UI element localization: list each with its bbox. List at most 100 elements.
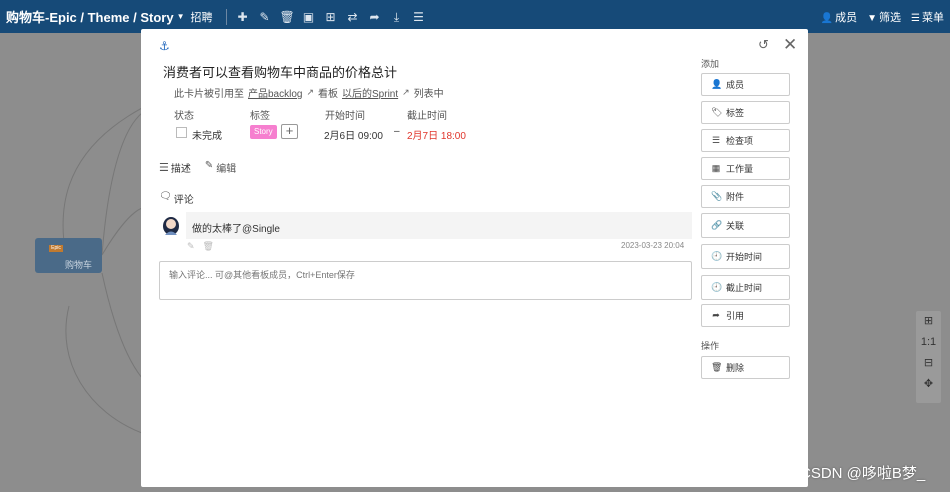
- board-subtitle[interactable]: 招聘: [191, 9, 213, 25]
- top-right-actions: 👤 成员 ▼ 筛选 ☰ 菜单: [821, 0, 944, 33]
- add-tag-label: 标签: [726, 108, 745, 118]
- close-icon[interactable]: ✕: [783, 35, 797, 55]
- user-plus-icon: 👤: [711, 79, 723, 89]
- structure-icon[interactable]: ⊞: [324, 10, 338, 24]
- reference-label: 引用: [726, 311, 745, 321]
- end-time-heading: 截止时间: [407, 111, 447, 122]
- link-icon: 🔗: [711, 220, 723, 230]
- actions-section-label: 操作: [701, 341, 720, 351]
- card-title[interactable]: 消费者可以查看购物车中商品的价格总计: [163, 62, 397, 81]
- anchor-icon[interactable]: ⚓: [159, 39, 170, 53]
- edit-icon[interactable]: ✎: [258, 10, 272, 24]
- comment-bubble: 做的太棒了@Single: [186, 212, 692, 239]
- history-icon[interactable]: ↺: [758, 37, 769, 53]
- share-icon: ➦: [712, 310, 720, 320]
- comments-heading: 🗨 评论: [159, 191, 194, 206]
- comment-actions: ✎ 🗑: [187, 241, 214, 252]
- ref-prefix: 此卡片被引用至: [174, 89, 244, 100]
- caret-down-icon[interactable]: ▼: [177, 12, 185, 21]
- card-reference-line: 此卡片被引用至 产品backlog ↗ 看板 以后的Sprint ↗ 列表中: [174, 85, 444, 100]
- checklist-icon: ☰: [711, 135, 721, 145]
- story-tag-badge[interactable]: Story: [250, 125, 277, 139]
- download-icon[interactable]: ⤓: [390, 10, 404, 24]
- paperclip-icon: 📎: [711, 191, 723, 201]
- start-time-heading: 开始时间: [325, 111, 365, 122]
- card-detail-modal: ⚓ ↺ ✕ 消费者可以查看购物车中商品的价格总计 此卡片被引用至 产品backl…: [141, 29, 808, 487]
- zoom-ratio[interactable]: 1:1: [916, 332, 941, 353]
- delete-label: 删除: [726, 363, 745, 373]
- menu-label: 菜单: [922, 11, 944, 24]
- end-time-value[interactable]: 2月7日 18:00: [407, 127, 466, 142]
- list-icon[interactable]: ☰: [412, 10, 426, 24]
- hamburger-icon: ☰: [911, 12, 920, 24]
- add-relation-button[interactable]: 🔗 关联: [701, 213, 790, 238]
- watermark: CSDN @哆啦B梦_: [800, 465, 926, 482]
- add-relation-label: 关联: [726, 221, 745, 231]
- plus-icon[interactable]: ✚: [236, 10, 250, 24]
- commenter-avatar: [163, 217, 179, 235]
- clock-icon: 🕘: [711, 251, 723, 261]
- reference-button[interactable]: ➦ 引用: [701, 304, 790, 327]
- ref-board-suffix: 看板: [318, 89, 339, 100]
- time-range-dash: –: [394, 126, 400, 137]
- add-attachment-button[interactable]: 📎 附件: [701, 185, 790, 208]
- members-label: 成员: [835, 11, 858, 24]
- add-section-label: 添加: [701, 59, 720, 69]
- description-label: 描述: [170, 164, 191, 175]
- filter-button[interactable]: ▼ 筛选: [867, 9, 901, 25]
- edit-description-button[interactable]: ✎ 编辑: [205, 160, 236, 175]
- epic-node[interactable]: Epic 购物车: [35, 238, 102, 273]
- node-title: 购物车: [65, 260, 93, 270]
- filter-icon: ▼: [867, 12, 878, 24]
- description-row: ☰ 描述 ✎ 编辑: [159, 160, 236, 175]
- set-end-time-label: 截止时间: [726, 283, 763, 293]
- status-value: 未完成: [192, 131, 222, 142]
- comment-icon: 🗨: [159, 191, 172, 202]
- add-member-label: 成员: [726, 80, 745, 90]
- zoom-in-icon[interactable]: ⊞: [916, 311, 941, 332]
- add-checklist-label: 检查项: [726, 136, 754, 146]
- set-end-time-button[interactable]: 🕘 截止时间: [701, 275, 790, 300]
- tag-icon: 🏷: [711, 107, 723, 117]
- toolbar-divider: [225, 8, 227, 25]
- add-tag-sidebar-button[interactable]: 🏷 标签: [701, 101, 790, 124]
- members-button[interactable]: 👤 成员: [821, 9, 857, 25]
- ref-board-link[interactable]: 产品backlog: [248, 85, 302, 100]
- status-heading: 状态: [174, 111, 194, 122]
- ref-list-link[interactable]: 以后的Sprint: [342, 85, 398, 100]
- share-icon[interactable]: ➦: [368, 10, 382, 24]
- set-start-time-label: 开始时间: [726, 252, 763, 262]
- card-icon[interactable]: ▣: [302, 10, 316, 24]
- grid-icon: ▦: [711, 163, 721, 173]
- comment-input[interactable]: [159, 261, 692, 300]
- zoom-out-icon[interactable]: ⊟: [916, 353, 941, 374]
- add-member-button[interactable]: 👤 成员: [701, 73, 790, 96]
- trash-icon[interactable]: 🗑: [280, 10, 295, 24]
- comment-text: 做的太棒了@Single: [192, 224, 280, 235]
- trash-icon: 🗑: [711, 362, 723, 372]
- swap-icon[interactable]: ⇄: [346, 10, 360, 24]
- start-time-value[interactable]: 2月6日 09:00: [324, 127, 383, 142]
- set-start-time-button[interactable]: 🕘 开始时间: [701, 244, 790, 269]
- description-icon: ☰: [159, 162, 169, 174]
- board-breadcrumb[interactable]: 购物车-Epic / Theme / Story ▼ 招聘: [6, 7, 221, 26]
- status-checkbox[interactable]: [176, 127, 187, 138]
- move-icon[interactable]: ✥: [916, 374, 941, 395]
- trash-icon[interactable]: 🗑: [203, 241, 214, 252]
- comment-timestamp: 2023-03-23 20:04: [621, 241, 685, 250]
- edit-icon[interactable]: ✎: [187, 241, 195, 252]
- node-tag: Epic: [49, 245, 63, 252]
- ref-list-suffix: 列表中: [413, 89, 444, 100]
- delete-card-button[interactable]: 🗑 删除: [701, 356, 790, 379]
- clock-icon: 🕘: [711, 282, 723, 292]
- add-checklist-button[interactable]: ☰ 检查项: [701, 129, 790, 152]
- external-link-icon: ↗: [402, 87, 410, 97]
- add-workload-button[interactable]: ▦ 工作量: [701, 157, 790, 180]
- add-tag-button[interactable]: +: [281, 124, 298, 139]
- tags-heading: 标签: [250, 111, 270, 122]
- add-attachment-label: 附件: [726, 192, 745, 202]
- zoom-controls: ⊞ 1:1 ⊟ ✥: [916, 311, 941, 403]
- board-title[interactable]: 购物车-Epic / Theme / Story: [6, 7, 174, 26]
- add-workload-label: 工作量: [726, 164, 754, 174]
- menu-button[interactable]: ☰ 菜单: [911, 9, 944, 25]
